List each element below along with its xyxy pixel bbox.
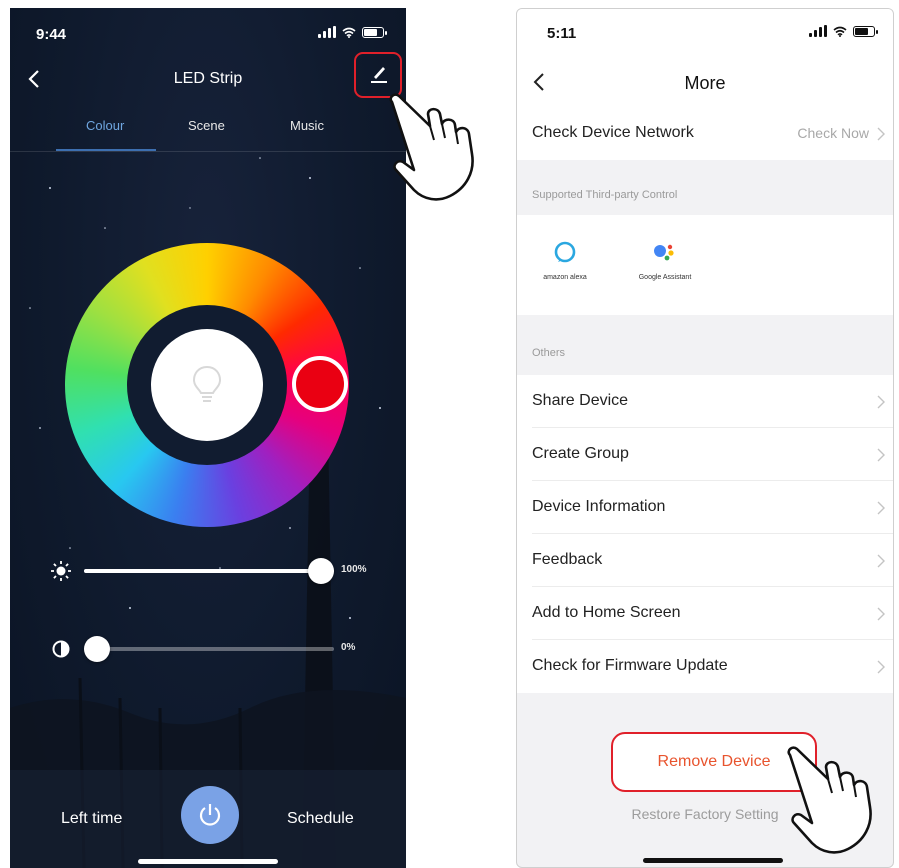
nav-bar: LED Strip — [10, 52, 406, 100]
tab-colour[interactable]: Colour — [86, 118, 124, 133]
brightness-slider-thumb[interactable] — [308, 558, 334, 584]
home-indicator — [138, 859, 278, 864]
section-heading-third-party: Supported Third-party Control — [532, 189, 678, 201]
active-tab-indicator — [56, 149, 156, 151]
page-title: More — [684, 73, 726, 93]
alexa-label: amazon alexa — [543, 274, 587, 281]
check-device-network-row[interactable]: Check Device Network Check Now — [517, 107, 893, 160]
colour-wheel[interactable] — [65, 243, 349, 527]
status-time: 9:44 — [36, 26, 67, 43]
chevron-right-icon — [877, 448, 885, 462]
signal-icon — [318, 26, 336, 38]
more-settings-screen: 5:11 More Check Device Network Check Now… — [516, 8, 894, 868]
bulb-preview — [151, 329, 263, 441]
row-label: Check for Firmware Update — [532, 657, 728, 674]
chevron-right-icon — [877, 395, 885, 409]
led-strip-screen: 9:44 LED Strip Colour Scene Music 100% 0… — [10, 8, 406, 868]
brightness-slider[interactable] — [84, 558, 334, 584]
chevron-right-icon — [877, 501, 885, 515]
status-bar: 5:11 — [517, 9, 893, 59]
sun-brightness-icon — [51, 561, 71, 581]
contrast-slider-thumb[interactable] — [84, 636, 110, 662]
check-firmware-update-row[interactable]: Check for Firmware Update — [517, 640, 893, 693]
device-information-row[interactable]: Device Information — [517, 481, 893, 534]
bottom-control-bar: Left time Schedule — [10, 770, 406, 868]
wifi-icon — [833, 26, 847, 37]
brightness-value: 100% — [341, 564, 367, 575]
brightness-slider-row: 100% — [10, 556, 406, 586]
pencil-icon — [371, 67, 387, 83]
power-icon — [199, 804, 221, 826]
pointing-hand-icon — [787, 746, 872, 854]
schedule-button[interactable]: Schedule — [287, 810, 354, 828]
tab-scene[interactable]: Scene — [188, 118, 225, 133]
row-label: Device Information — [532, 498, 666, 515]
left-time-button[interactable]: Left time — [61, 810, 122, 828]
mode-tabs: Colour Scene Music — [10, 108, 406, 152]
google-assistant-label: Google Assistant — [638, 274, 692, 281]
signal-icon — [809, 25, 827, 37]
status-icons — [318, 26, 387, 38]
power-button[interactable] — [181, 786, 239, 844]
chevron-right-icon — [877, 660, 885, 674]
battery-icon — [362, 26, 387, 38]
remove-device-label: Remove Device — [657, 753, 771, 770]
feedback-row[interactable]: Feedback — [517, 534, 893, 587]
contrast-icon — [52, 640, 70, 658]
page-title: LED Strip — [173, 70, 243, 87]
row-label: Add to Home Screen — [532, 604, 681, 621]
brightness-slider-fill — [84, 569, 334, 573]
contrast-value: 0% — [341, 642, 356, 653]
chevron-right-icon — [877, 127, 885, 141]
home-indicator — [643, 858, 783, 863]
colour-picker-handle[interactable] — [292, 356, 348, 412]
row-label: Share Device — [532, 392, 629, 409]
check-now-link[interactable]: Check Now — [797, 125, 869, 141]
third-party-control-panel: amazon alexa Google Assistant — [517, 215, 893, 315]
chevron-right-icon — [877, 554, 885, 568]
status-time: 5:11 — [547, 25, 577, 42]
pointing-hand-icon — [389, 93, 474, 201]
row-label: Feedback — [532, 551, 603, 568]
nav-bar: More — [517, 59, 893, 107]
status-icons — [809, 25, 878, 37]
create-group-row[interactable]: Create Group — [517, 428, 893, 481]
light-bulb-icon — [192, 365, 222, 402]
wifi-icon — [342, 27, 356, 38]
google-assistant-item[interactable]: Google Assistant — [625, 241, 705, 281]
battery-icon — [853, 25, 878, 37]
google-assistant-icon — [654, 244, 674, 261]
share-device-row[interactable]: Share Device — [517, 375, 893, 428]
contrast-slider[interactable] — [84, 636, 334, 662]
status-bar: 9:44 — [10, 8, 406, 58]
contrast-slider-row: 0% — [10, 634, 406, 664]
alexa-icon — [554, 241, 576, 263]
tab-music[interactable]: Music — [290, 118, 324, 133]
alexa-item[interactable]: amazon alexa — [525, 241, 605, 281]
add-to-home-screen-row[interactable]: Add to Home Screen — [517, 587, 893, 640]
section-heading-others: Others — [532, 347, 566, 359]
row-label: Check Device Network — [532, 124, 694, 141]
row-label: Create Group — [532, 445, 629, 462]
chevron-right-icon — [877, 607, 885, 621]
